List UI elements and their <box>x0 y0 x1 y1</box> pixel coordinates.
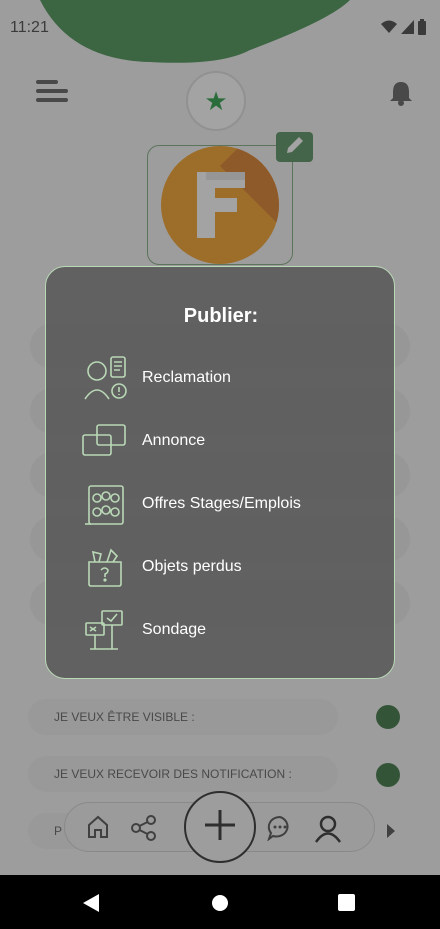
publish-item-label: Sondage <box>142 621 207 638</box>
publish-item-annonce[interactable]: Annonce <box>80 416 205 466</box>
publish-item-label: Offres Stages/Emplois <box>142 495 301 512</box>
publish-item-label: Reclamation <box>142 369 231 386</box>
poll-signs-icon <box>80 606 130 654</box>
system-nav-bar <box>0 875 440 929</box>
job-offers-group-icon <box>80 480 130 528</box>
home-circle-icon[interactable] <box>211 894 229 917</box>
modal-title: Publier: <box>183 305 259 327</box>
publish-modal: Publier: Reclamation Annonce Offres Stag… <box>45 266 395 679</box>
publish-item-label: Annonce <box>142 432 206 449</box>
recents-icon[interactable] <box>338 894 355 916</box>
complaint-person-icon <box>80 354 130 402</box>
publish-item-label: Objets perdus <box>142 558 242 575</box>
back-icon[interactable] <box>83 894 101 917</box>
publish-item-reclamation[interactable]: Reclamation <box>80 353 231 403</box>
publish-item-offres[interactable]: Offres Stages/Emplois <box>80 479 301 529</box>
lost-items-box-icon <box>80 543 130 591</box>
publish-item-sondage[interactable]: Sondage <box>80 605 206 655</box>
announcement-cards-icon <box>80 417 130 465</box>
publish-item-objets[interactable]: Objets perdus <box>80 542 242 592</box>
